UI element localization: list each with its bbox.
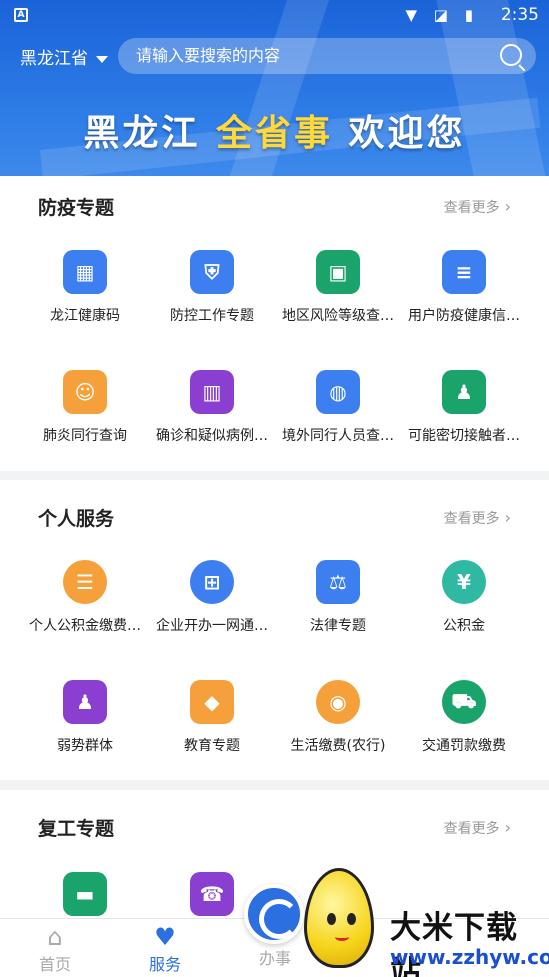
system-status-icons: ▼ ◪ ▮ [405, 6, 479, 24]
service-item-label: 弱势群体 [57, 738, 113, 754]
province-label: 黑龙江省 [20, 49, 88, 69]
tab-affairs-label: 办事 [258, 949, 291, 968]
service-item[interactable]: ⊞ 企业开办一网通… [147, 560, 277, 635]
app-root: A ▼ ◪ ▮ 2:35 黑龙江省 请输入要搜索的内容 黑龙江 全省事 欢迎您 … [0, 0, 549, 977]
tab-service[interactable]: ♥ 服务 [120, 923, 210, 975]
section-title: 防疫专题 [38, 197, 115, 219]
briefcase-icon: ▬ [63, 872, 107, 916]
more-link[interactable]: 查看更多 [444, 818, 511, 838]
clock: 2:35 [500, 5, 539, 25]
service-item[interactable]: ⛟ 交通罚款缴费 [399, 680, 529, 755]
service-item[interactable]: ◆ 教育专题 [147, 680, 277, 755]
app-notification-icon: A [14, 8, 28, 22]
location-pay-icon: ◉ [316, 680, 360, 724]
service-item[interactable]: ♟ 可能密切接触者… [399, 370, 529, 445]
welcome-highlight: 全省事 [215, 113, 333, 154]
search-placeholder: 请输入要搜索的内容 [136, 46, 281, 65]
welcome-part1: 黑龙江 [83, 113, 201, 154]
search-icon[interactable] [500, 44, 522, 66]
service-item-label: 境外同行人员查… [282, 428, 394, 444]
gavel-icon: ⚖ [316, 560, 360, 604]
watermark: 大米下载站 www.zzhyw.com [300, 862, 549, 977]
service-item[interactable]: ¥ 公积金 [399, 560, 529, 635]
shield-thermometer-icon: ⛨ [190, 250, 234, 294]
id-card-icon: ▣ [316, 250, 360, 294]
section-title: 个人服务 [38, 508, 115, 530]
people-search-icon: ☺ [63, 370, 107, 414]
caret-down-icon [96, 55, 108, 63]
section-title: 复工专题 [38, 818, 115, 840]
enterprise-doc-icon: ⊞ [190, 560, 234, 604]
fund-receipt-icon: ☰ [63, 560, 107, 604]
mascot-egg-icon [304, 868, 374, 968]
document-icon: ≡ [442, 250, 486, 294]
service-item[interactable]: ☰ 个人公积金缴费… [20, 560, 150, 635]
qr-code-icon: ▦ [63, 250, 107, 294]
service-item-label: 可能密切接触者… [408, 428, 520, 444]
watermark-url: www.zzhyw.com [390, 945, 549, 969]
service-item-label: 确诊和疑似病例… [156, 428, 268, 444]
tab-home-label: 首页 [38, 955, 71, 974]
affairs-fab-button[interactable] [244, 884, 304, 944]
service-item[interactable]: ▥ 确诊和疑似病例… [147, 370, 277, 445]
service-item-label: 用户防疫健康信… [408, 308, 520, 324]
service-item-label: 法律专题 [310, 618, 366, 634]
service-item[interactable]: ▦ 龙江健康码 [20, 250, 150, 325]
service-item[interactable]: ⚖ 法律专题 [273, 560, 403, 635]
car-fine-icon: ⛟ [442, 680, 486, 724]
province-selector[interactable]: 黑龙江省 [20, 44, 108, 69]
service-item[interactable]: ≡ 用户防疫健康信… [399, 250, 529, 325]
service-item-label: 交通罚款缴费 [422, 738, 506, 754]
tab-service-label: 服务 [148, 955, 181, 974]
service-item[interactable]: ◉ 生活缴费(农行) [273, 680, 403, 755]
welcome-title: 黑龙江 全省事 欢迎您 [0, 104, 549, 156]
service-item[interactable]: ▣ 地区风险等级查… [273, 250, 403, 325]
service-item[interactable]: ◍ 境外同行人员查… [273, 370, 403, 445]
service-item-label: 生活缴费(农行) [290, 738, 386, 754]
bar-chart-icon: ▥ [190, 370, 234, 414]
globe-monitor-icon: ◍ [316, 370, 360, 414]
service-item-label: 龙江健康码 [50, 308, 120, 324]
group-icon: ♟ [63, 680, 107, 724]
search-input[interactable]: 请输入要搜索的内容 [118, 38, 536, 74]
service-item-label: 企业开办一网通… [156, 618, 268, 634]
service-item-label: 个人公积金缴费… [29, 618, 141, 634]
more-link[interactable]: 查看更多 [444, 508, 511, 528]
service-item-label: 肺炎同行查询 [43, 428, 127, 444]
welcome-part2: 欢迎您 [348, 113, 466, 154]
home-icon: ⌂ [47, 923, 63, 951]
service-item[interactable]: ♟ 弱势群体 [20, 680, 150, 755]
contact-people-icon: ♟ [442, 370, 486, 414]
service-item[interactable]: ☺ 肺炎同行查询 [20, 370, 150, 445]
service-item-label: 教育专题 [184, 738, 240, 754]
graduation-cap-icon: ◆ [190, 680, 234, 724]
service-item-label: 公积金 [443, 618, 485, 634]
house-yuan-icon: ¥ [442, 560, 486, 604]
more-link[interactable]: 查看更多 [444, 197, 511, 217]
tab-home[interactable]: ⌂ 首页 [10, 923, 100, 975]
service-item-label: 防控工作专题 [170, 308, 254, 324]
heart-icon: ♥ [154, 923, 176, 951]
phone-icon: ☎ [190, 872, 234, 916]
status-bar: A ▼ ◪ ▮ 2:35 [0, 0, 549, 32]
service-item[interactable]: ▬ [20, 872, 150, 916]
service-item[interactable]: ⛨ 防控工作专题 [147, 250, 277, 325]
service-item-label: 地区风险等级查… [282, 308, 394, 324]
